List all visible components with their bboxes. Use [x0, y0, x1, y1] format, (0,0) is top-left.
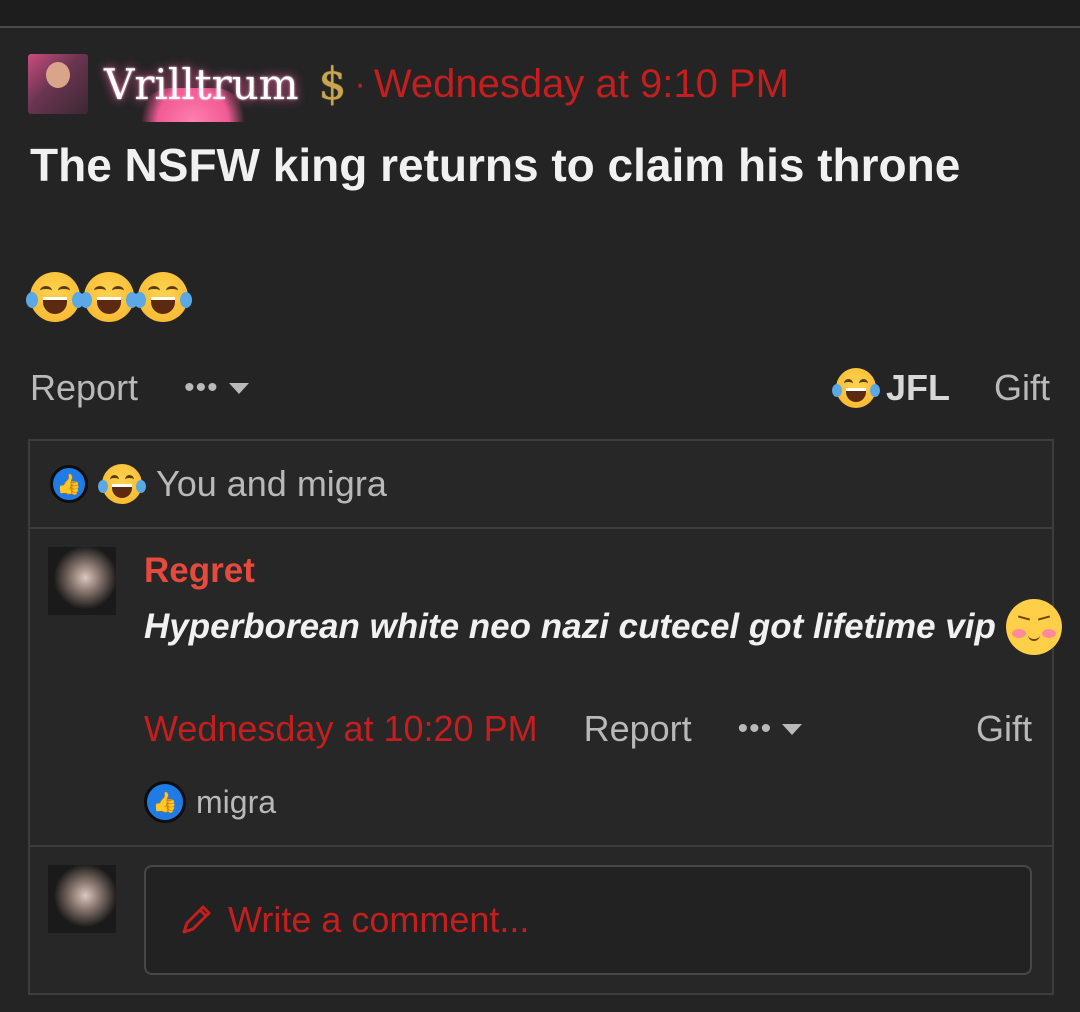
laughing-crying-emoji-icon — [26, 272, 84, 322]
comment-actions: Wednesday at 10:20 PM Report ••• Gift — [144, 703, 1032, 755]
gift-button[interactable]: Gift — [994, 367, 1050, 409]
thumbs-up-icon: 👍 — [144, 781, 186, 823]
pencil-icon — [182, 905, 211, 934]
thumbs-up-icon: 👍 — [50, 465, 88, 503]
comment-likes-text: migra — [196, 783, 277, 820]
author-name[interactable]: Vrilltrum — [98, 60, 305, 122]
reaction-button[interactable]: JFL — [831, 367, 950, 409]
comment-input[interactable]: Write a comment... — [144, 865, 1032, 975]
post-timestamp[interactable]: Wednesday at 9:10 PM — [374, 62, 789, 107]
comment-timestamp[interactable]: Wednesday at 10:20 PM — [144, 708, 538, 750]
comment-author-avatar[interactable] — [48, 547, 116, 615]
top-bar — [0, 0, 1080, 28]
more-dots-icon: ••• — [737, 712, 773, 745]
post-title: The NSFW king returns to claim his thron… — [30, 139, 961, 191]
comment-text: Hyperborean white neo nazi cutecel got l… — [144, 607, 996, 646]
comments-section: 👍 You and migra Regret Hyperborean white… — [28, 439, 1062, 995]
comment-body: Hyperborean white neo nazi cutecel got l… — [144, 599, 1062, 655]
more-dots-icon: ••• — [184, 371, 219, 404]
comment-more-menu-button[interactable]: ••• — [738, 712, 803, 746]
comment-author-name[interactable]: Regret — [144, 551, 255, 591]
laughing-crying-emoji-icon — [98, 464, 146, 504]
blushing-emoji-icon — [1005, 599, 1062, 655]
report-button[interactable]: Report — [30, 367, 138, 409]
comment-reactions[interactable]: 👍 migra — [144, 781, 276, 823]
laughing-crying-emoji-icon — [831, 368, 880, 408]
current-user-avatar — [48, 865, 116, 933]
laughing-crying-emoji-icon — [80, 272, 138, 322]
reactions-summary-text: You and migra — [156, 463, 387, 504]
laughing-crying-emoji-icon — [134, 272, 192, 322]
chevron-down-icon — [782, 723, 803, 735]
reaction-label: JFL — [885, 367, 950, 408]
comment-gift-button[interactable]: Gift — [976, 708, 1032, 750]
reactions-summary[interactable]: 👍 You and migra — [30, 441, 1052, 529]
comment-input-placeholder: Write a comment... — [228, 899, 530, 940]
more-menu-button[interactable]: ••• — [184, 371, 249, 405]
dollar-badge-icon: $ — [318, 58, 347, 110]
post-header: Vrilltrum $ · Wednesday at 9:10 PM — [28, 54, 789, 122]
comment-report-button[interactable]: Report — [584, 708, 692, 750]
chevron-down-icon — [228, 382, 249, 394]
post-emoji-row — [26, 272, 192, 322]
post-actions: Report ••• JFL Gift — [30, 362, 1050, 414]
reply-row: Write a comment... — [30, 847, 1052, 993]
comment-item: Regret Hyperborean white neo nazi cutece… — [30, 529, 1062, 847]
author-avatar[interactable] — [28, 54, 88, 114]
separator: · — [354, 64, 366, 103]
